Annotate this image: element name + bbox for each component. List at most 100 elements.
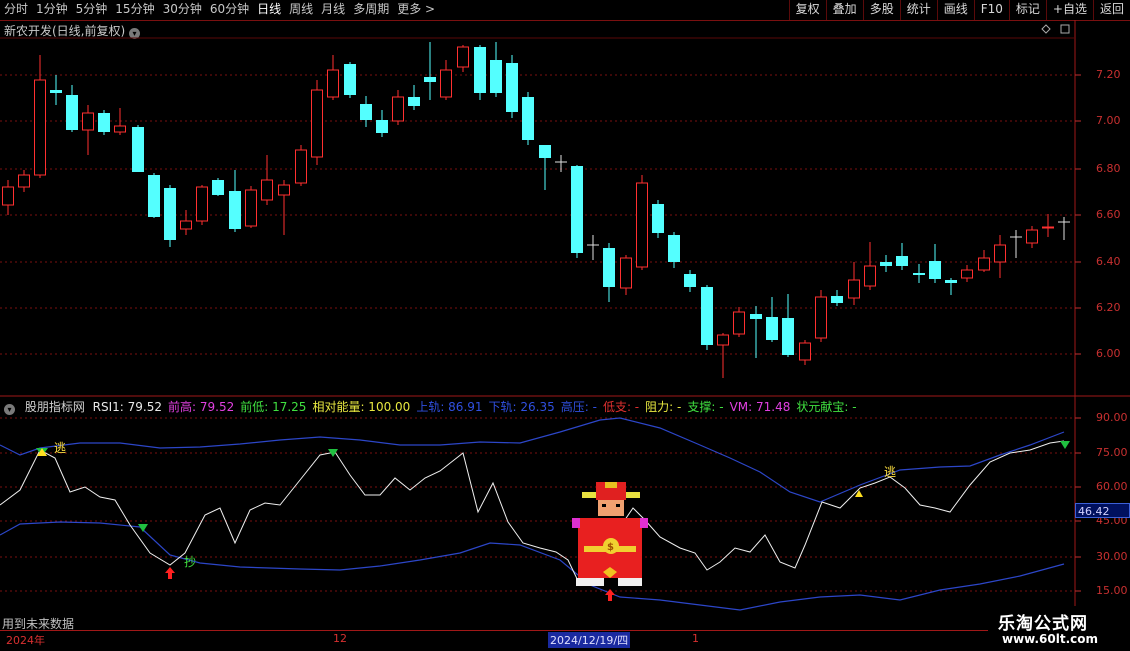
candle-body-up [311,89,323,158]
candle-body-down [212,180,224,195]
candle-body-up [34,79,46,176]
price-tick: 6.60 [1096,208,1121,221]
indicator-tick: 75.00 [1096,446,1128,459]
candle-body-up [261,179,273,201]
candle-body-up [1042,226,1054,229]
price-tick: 7.00 [1096,114,1121,127]
candle-body-down [98,113,110,132]
candle-body-down [929,261,941,279]
candle-body-up [1026,229,1038,244]
chart-canvas: 逃逃抄$ [0,20,1130,630]
sell-signal-icon [1060,441,1070,449]
candle-body-up [245,189,257,227]
candle-body-up [114,125,126,133]
price-tick: 6.00 [1096,347,1121,360]
candle-body-up [799,342,811,361]
candle-body-down [229,191,241,229]
date-label-dec: 12 [333,632,347,645]
indicator-item-6: 高压: - [560,400,597,414]
mascot-hat-wing-icon [626,492,640,498]
candle-body-down [132,127,144,172]
date-label-year: 2024年 [6,634,45,647]
mascot-hat-wing-icon [582,492,596,498]
candle-body-up [392,96,404,122]
sell-signal-icon [138,524,148,532]
candle-body-down [766,317,778,340]
indicator-title-bar: ▾ 股朋指标网 RSI1: 79.52 前高: 79.52 前低: 17.25 相对能… [4,398,863,415]
candle-body-down [668,235,680,262]
candle-body-up [978,257,990,271]
candle-body-up [636,182,648,268]
indicator-item-3: 相对能量: 100.00 [312,400,411,414]
price-tick: 7.20 [1096,68,1121,81]
candle-body-down [913,273,925,275]
mascot-shoe-icon [576,578,604,586]
candle-body-up [2,186,14,206]
escape-label: 逃 [884,465,896,479]
indicator-item-10: VM: 71.48 [729,400,791,414]
escape-label: 逃 [54,441,66,455]
candle-body-down [603,248,615,287]
panel-toggle-icon [1060,24,1070,34]
buy-arrow-icon [165,567,175,579]
candle-body-up [82,112,94,131]
candle-body-down [490,60,502,93]
watermark-name: 乐淘公式网 [998,614,1088,634]
candle-body-up [327,69,339,98]
candle-body-down [701,287,713,345]
candle-body-down [506,63,518,112]
dollar-sign-icon: $ [607,542,614,553]
candle-body-up [961,269,973,279]
indicator-item-8: 阻力: - [645,400,682,414]
candle-body-down [424,77,436,82]
indicator-tick: 90.00 [1096,411,1128,424]
candle-body-down [344,64,356,95]
candle-body-down [360,104,372,120]
price-tick: 6.80 [1096,162,1121,175]
price-tick: 6.40 [1096,255,1121,268]
indicator-item-2: 前低: 17.25 [240,400,307,414]
watermark: 乐淘公式网 www.60lt.com [988,606,1130,650]
candle-body-down [896,256,908,266]
indicator-item-4: 上轨: 86.91 [416,400,483,414]
indicator-item-0: RSI1: 79.52 [92,400,163,414]
candle-body-down [652,204,664,233]
candle-body-down [474,47,486,93]
candle-body-up [815,296,827,339]
candle-body-down [66,95,78,130]
indicator-item-11: 状元献宝: - [796,400,857,414]
indicator-item-9: 支撑: - [687,400,724,414]
candle-body-up [994,244,1006,263]
candle-body-up [733,311,745,335]
candle-body-up [864,265,876,287]
mascot-shoe-icon [618,578,642,586]
price-axis: 7.20 7.00 6.80 6.60 6.40 6.20 6.00 90.00 75.00 60… [1076,0,1130,650]
buy-label: 抄 [184,555,196,569]
candle-body-up [717,334,729,346]
indicator-name: 股朋指标网 [24,400,85,414]
candle-body-down [782,318,794,355]
mascot-hat-jewel-icon [605,482,617,488]
indicator-tick: 30.00 [1096,550,1128,563]
lower-band-line [0,521,1065,611]
mascot-sleeve-icon [572,518,580,528]
candle-body-up [620,257,632,289]
mascot-eye-icon [602,504,606,507]
selected-date: 2024/12/19/四 [548,632,631,648]
candle-body-up [457,46,469,68]
indicator-item-1: 前高: 79.52 [168,400,235,414]
candle-body-up [295,149,307,184]
candle-body-down [684,274,696,287]
mascot-face-icon [598,500,624,516]
current-value-badge: 46.42 [1075,503,1130,518]
indicator-tick: 60.00 [1096,480,1128,493]
diamond-icon [1041,24,1051,34]
candle-body-down [408,97,420,106]
date-axis: 2024年 12 2024/12/19/四 1 [0,630,1076,651]
chevron-down-icon[interactable]: ▾ [4,404,15,415]
candle-body-up [440,69,452,98]
indicator-tick: 15.00 [1096,584,1128,597]
indicator-item-5: 下轨: 26.35 [488,400,555,414]
candle-body-down [376,120,388,133]
candle-body-down [571,166,583,253]
